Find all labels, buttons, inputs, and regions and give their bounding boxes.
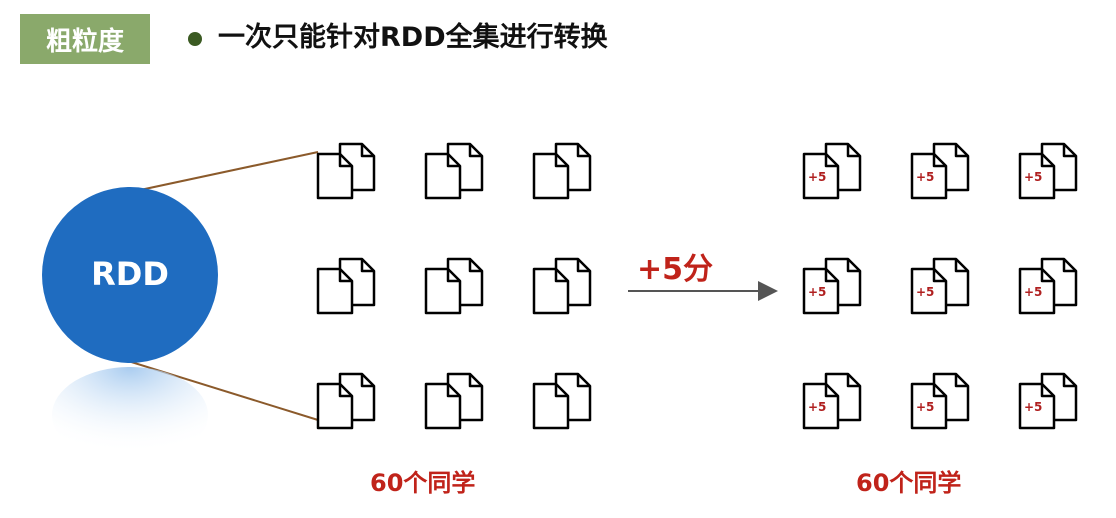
plus-five-mark: +5: [808, 285, 827, 299]
marked-document-pair-icon: +5: [908, 140, 972, 200]
plus-five-mark: +5: [916, 285, 935, 299]
plus-five-mark: +5: [1024, 400, 1043, 414]
marked-document-pair-icon: +5: [1016, 255, 1080, 315]
marked-document-pair-icon: +5: [908, 370, 972, 430]
marked-document-pair-icon: +5: [800, 140, 864, 200]
document-pair-icon: [530, 255, 594, 315]
plus-five-mark: +5: [1024, 170, 1043, 184]
document-pair-icon: [530, 370, 594, 430]
plus-five-mark: +5: [916, 400, 935, 414]
document-pair-icon: [314, 255, 378, 315]
document-pair-icon: [314, 140, 378, 200]
rdd-reflection: [52, 367, 208, 463]
rdd-label: RDD: [91, 255, 169, 293]
marked-document-pair-icon: +5: [1016, 140, 1080, 200]
plus-five-mark: +5: [916, 170, 935, 184]
marked-document-pair-icon: +5: [800, 370, 864, 430]
marked-document-pair-icon: +5: [1016, 370, 1080, 430]
document-pair-icon: [314, 370, 378, 430]
marked-document-pair-icon: +5: [800, 255, 864, 315]
document-pair-icon: [530, 140, 594, 200]
plus-five-mark: +5: [808, 400, 827, 414]
plus-five-mark: +5: [808, 170, 827, 184]
document-pair-icon: [422, 140, 486, 200]
operation-label: +5分: [637, 252, 714, 287]
document-pair-icon: [422, 370, 486, 430]
right-caption: 60个同学: [856, 469, 962, 497]
left-caption: 60个同学: [370, 469, 476, 497]
document-pair-icon: [422, 255, 486, 315]
plus-five-mark: +5: [1024, 285, 1043, 299]
marked-document-pair-icon: +5: [908, 255, 972, 315]
